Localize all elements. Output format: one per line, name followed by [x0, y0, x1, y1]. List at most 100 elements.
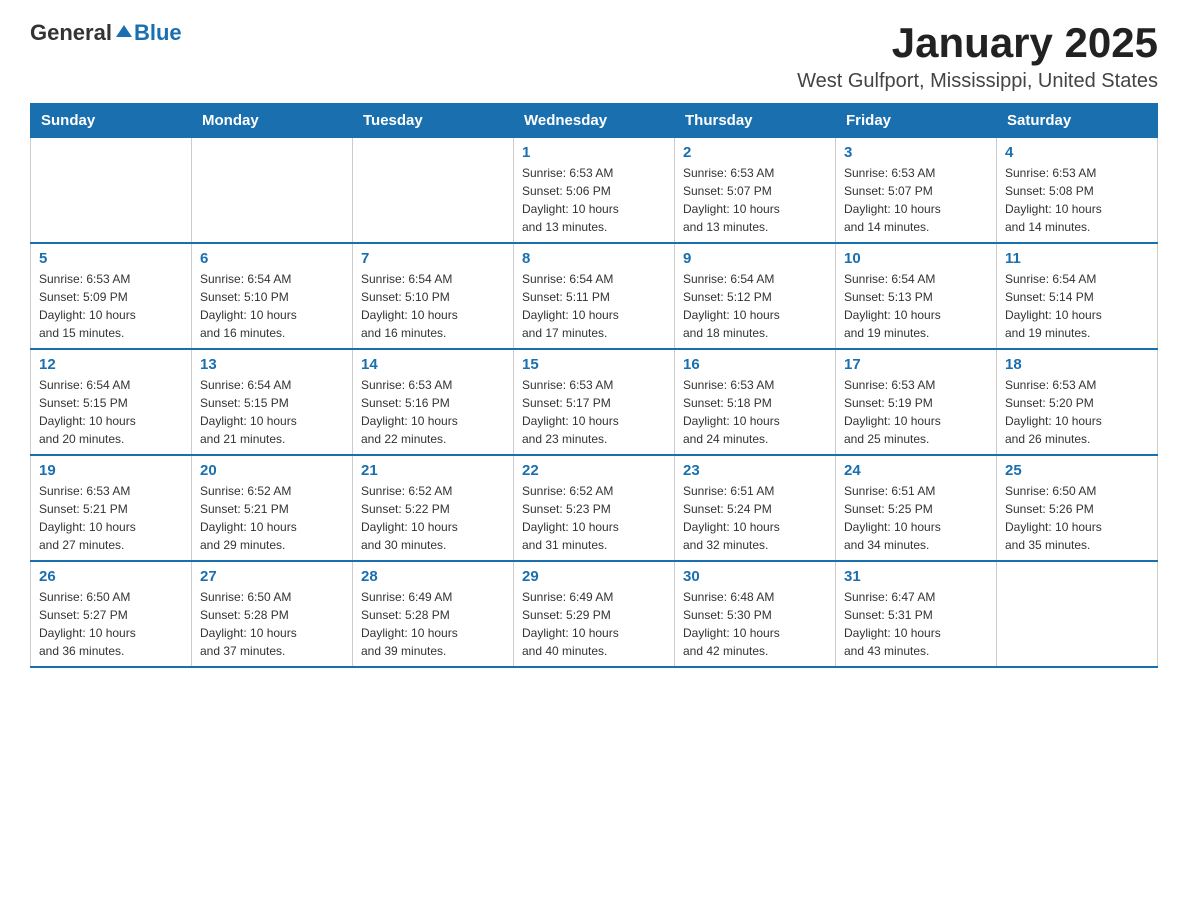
calendar-cell: 14 Sunrise: 6:53 AM Sunset: 5:16 PM Dayli…	[353, 349, 514, 455]
calendar-cell: 16 Sunrise: 6:53 AM Sunset: 5:18 PM Dayli…	[675, 349, 836, 455]
day-number: 13	[200, 356, 344, 373]
title-section: January 2025 West Gulfport, Mississippi,…	[797, 20, 1158, 93]
calendar-cell: 5 Sunrise: 6:53 AM Sunset: 5:09 PM Daylig…	[31, 243, 192, 349]
calendar-cell: 13Sunrise: 6:54 AM Sunset: 5:15 PM Dayli…	[192, 349, 353, 455]
day-number: 28	[361, 568, 505, 585]
calendar-cell: 15 Sunrise: 6:53 AM Sunset: 5:17 PM Dayli…	[514, 349, 675, 455]
calendar-cell: 11 Sunrise: 6:54 AM Sunset: 5:14 PM Dayli…	[997, 243, 1158, 349]
day-info: Sunrise: 6:51 AM Sunset: 5:24 PM Dayligh…	[683, 482, 827, 554]
calendar-week-row: 12 Sunrise: 6:54 AM Sunset: 5:15 PM Dayli…	[31, 349, 1158, 455]
calendar-cell: 22Sunrise: 6:52 AM Sunset: 5:23 PM Dayli…	[514, 455, 675, 561]
weekday-header-saturday: Saturday	[997, 104, 1158, 138]
day-info: Sunrise: 6:53 AM Sunset: 5:20 PM Dayligh…	[1005, 376, 1149, 448]
day-number: 23	[683, 462, 827, 479]
calendar-cell: 17 Sunrise: 6:53 AM Sunset: 5:19 PM Dayli…	[836, 349, 997, 455]
calendar-cell: 29 Sunrise: 6:49 AM Sunset: 5:29 PM Dayli…	[514, 561, 675, 667]
calendar-cell: 8 Sunrise: 6:54 AM Sunset: 5:11 PM Daylig…	[514, 243, 675, 349]
calendar-cell: 4Sunrise: 6:53 AM Sunset: 5:08 PM Daylig…	[997, 138, 1158, 244]
day-info: Sunrise: 6:52 AM Sunset: 5:23 PM Dayligh…	[522, 482, 666, 554]
day-number: 25	[1005, 462, 1149, 479]
day-info: Sunrise: 6:48 AM Sunset: 5:30 PM Dayligh…	[683, 588, 827, 660]
day-number: 5	[39, 250, 183, 267]
calendar-header-row: SundayMondayTuesdayWednesdayThursdayFrid…	[31, 104, 1158, 138]
calendar-cell: 30 Sunrise: 6:48 AM Sunset: 5:30 PM Dayli…	[675, 561, 836, 667]
day-info: Sunrise: 6:52 AM Sunset: 5:22 PM Dayligh…	[361, 482, 505, 554]
calendar-cell	[997, 561, 1158, 667]
day-number: 11	[1005, 250, 1149, 267]
logo-general: General	[30, 20, 112, 46]
day-info: Sunrise: 6:50 AM Sunset: 5:26 PM Dayligh…	[1005, 482, 1149, 554]
day-info: Sunrise: 6:49 AM Sunset: 5:29 PM Dayligh…	[522, 588, 666, 660]
day-number: 8	[522, 250, 666, 267]
day-number: 16	[683, 356, 827, 373]
day-number: 4	[1005, 144, 1149, 161]
day-number: 18	[1005, 356, 1149, 373]
weekday-header-sunday: Sunday	[31, 104, 192, 138]
day-number: 19	[39, 462, 183, 479]
day-info: Sunrise: 6:54 AM Sunset: 5:15 PM Dayligh…	[39, 376, 183, 448]
day-info: Sunrise: 6:54 AM Sunset: 5:11 PM Dayligh…	[522, 270, 666, 342]
calendar-cell: 19 Sunrise: 6:53 AM Sunset: 5:21 PM Dayli…	[31, 455, 192, 561]
calendar-cell: 1Sunrise: 6:53 AM Sunset: 5:06 PM Daylig…	[514, 138, 675, 244]
calendar-cell: 24 Sunrise: 6:51 AM Sunset: 5:25 PM Dayli…	[836, 455, 997, 561]
day-info: Sunrise: 6:53 AM Sunset: 5:18 PM Dayligh…	[683, 376, 827, 448]
day-info: Sunrise: 6:53 AM Sunset: 5:07 PM Dayligh…	[844, 164, 988, 236]
calendar-cell: 2Sunrise: 6:53 AM Sunset: 5:07 PM Daylig…	[675, 138, 836, 244]
day-number: 30	[683, 568, 827, 585]
day-number: 15	[522, 356, 666, 373]
day-info: Sunrise: 6:52 AM Sunset: 5:21 PM Dayligh…	[200, 482, 344, 554]
day-info: Sunrise: 6:50 AM Sunset: 5:27 PM Dayligh…	[39, 588, 183, 660]
day-info: Sunrise: 6:54 AM Sunset: 5:12 PM Dayligh…	[683, 270, 827, 342]
calendar-week-row: 1Sunrise: 6:53 AM Sunset: 5:06 PM Daylig…	[31, 138, 1158, 244]
day-number: 21	[361, 462, 505, 479]
calendar-cell: 3Sunrise: 6:53 AM Sunset: 5:07 PM Daylig…	[836, 138, 997, 244]
calendar-cell: 26 Sunrise: 6:50 AM Sunset: 5:27 PM Dayli…	[31, 561, 192, 667]
calendar-week-row: 19 Sunrise: 6:53 AM Sunset: 5:21 PM Dayli…	[31, 455, 1158, 561]
calendar-cell: 25 Sunrise: 6:50 AM Sunset: 5:26 PM Dayli…	[997, 455, 1158, 561]
day-number: 9	[683, 250, 827, 267]
calendar-cell: 10Sunrise: 6:54 AM Sunset: 5:13 PM Dayli…	[836, 243, 997, 349]
calendar-cell: 31Sunrise: 6:47 AM Sunset: 5:31 PM Dayli…	[836, 561, 997, 667]
day-number: 12	[39, 356, 183, 373]
day-number: 6	[200, 250, 344, 267]
logo-icon	[114, 23, 134, 43]
calendar-cell: 18 Sunrise: 6:53 AM Sunset: 5:20 PM Dayli…	[997, 349, 1158, 455]
calendar-cell	[353, 138, 514, 244]
day-number: 1	[522, 144, 666, 161]
day-number: 24	[844, 462, 988, 479]
day-info: Sunrise: 6:53 AM Sunset: 5:16 PM Dayligh…	[361, 376, 505, 448]
day-number: 20	[200, 462, 344, 479]
calendar-cell: 28 Sunrise: 6:49 AM Sunset: 5:28 PM Dayli…	[353, 561, 514, 667]
weekday-header-wednesday: Wednesday	[514, 104, 675, 138]
day-info: Sunrise: 6:54 AM Sunset: 5:10 PM Dayligh…	[361, 270, 505, 342]
day-info: Sunrise: 6:53 AM Sunset: 5:17 PM Dayligh…	[522, 376, 666, 448]
day-number: 14	[361, 356, 505, 373]
day-info: Sunrise: 6:49 AM Sunset: 5:28 PM Dayligh…	[361, 588, 505, 660]
calendar-cell: 21 Sunrise: 6:52 AM Sunset: 5:22 PM Dayli…	[353, 455, 514, 561]
page-subtitle: West Gulfport, Mississippi, United State…	[797, 70, 1158, 93]
day-info: Sunrise: 6:47 AM Sunset: 5:31 PM Dayligh…	[844, 588, 988, 660]
day-number: 29	[522, 568, 666, 585]
logo-blue: Blue	[134, 20, 182, 46]
calendar-cell: 6 Sunrise: 6:54 AM Sunset: 5:10 PM Daylig…	[192, 243, 353, 349]
day-info: Sunrise: 6:53 AM Sunset: 5:07 PM Dayligh…	[683, 164, 827, 236]
day-info: Sunrise: 6:51 AM Sunset: 5:25 PM Dayligh…	[844, 482, 988, 554]
calendar-cell: 23 Sunrise: 6:51 AM Sunset: 5:24 PM Dayli…	[675, 455, 836, 561]
weekday-header-thursday: Thursday	[675, 104, 836, 138]
day-info: Sunrise: 6:54 AM Sunset: 5:10 PM Dayligh…	[200, 270, 344, 342]
day-info: Sunrise: 6:50 AM Sunset: 5:28 PM Dayligh…	[200, 588, 344, 660]
calendar-cell: 27Sunrise: 6:50 AM Sunset: 5:28 PM Dayli…	[192, 561, 353, 667]
calendar-cell: 20 Sunrise: 6:52 AM Sunset: 5:21 PM Dayli…	[192, 455, 353, 561]
calendar-week-row: 26 Sunrise: 6:50 AM Sunset: 5:27 PM Dayli…	[31, 561, 1158, 667]
day-info: Sunrise: 6:53 AM Sunset: 5:19 PM Dayligh…	[844, 376, 988, 448]
day-info: Sunrise: 6:53 AM Sunset: 5:09 PM Dayligh…	[39, 270, 183, 342]
day-info: Sunrise: 6:53 AM Sunset: 5:21 PM Dayligh…	[39, 482, 183, 554]
day-info: Sunrise: 6:54 AM Sunset: 5:14 PM Dayligh…	[1005, 270, 1149, 342]
calendar-week-row: 5 Sunrise: 6:53 AM Sunset: 5:09 PM Daylig…	[31, 243, 1158, 349]
day-number: 17	[844, 356, 988, 373]
page-header: General Blue January 2025 West Gulfport,…	[30, 20, 1158, 93]
day-number: 7	[361, 250, 505, 267]
calendar-cell	[192, 138, 353, 244]
day-number: 26	[39, 568, 183, 585]
weekday-header-monday: Monday	[192, 104, 353, 138]
